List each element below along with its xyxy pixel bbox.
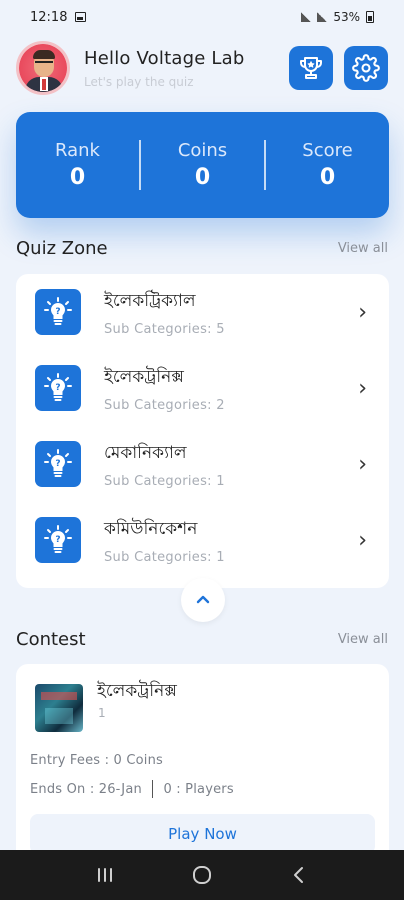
battery-percent: 53% xyxy=(333,10,360,24)
chevron-right-icon: › xyxy=(358,299,367,325)
quiz-category-item[interactable]: ? মেকানিক্যাল Sub Categories: 1 › xyxy=(16,428,389,500)
status-time: 12:18 xyxy=(30,9,68,25)
players-count: 0 xyxy=(163,781,172,797)
recent-apps-icon[interactable] xyxy=(94,865,116,885)
stat-label: Coins xyxy=(177,140,228,161)
quiz-zone-list: ? ইলেকট্রিক্যাল Sub Categories: 5 › ? ইল… xyxy=(16,274,389,588)
stat-score: Score 0 xyxy=(266,140,389,190)
section-title: Quiz Zone xyxy=(16,238,108,259)
svg-text:?: ? xyxy=(55,535,60,545)
avatar[interactable] xyxy=(16,41,70,95)
section-title: Contest xyxy=(16,629,86,650)
bulb-icon: ? xyxy=(35,365,81,411)
chevron-right-icon: › xyxy=(358,375,367,401)
signal-icon xyxy=(301,12,312,22)
category-title: মেকানিক্যাল xyxy=(104,442,187,463)
chevron-up-icon xyxy=(196,595,210,604)
entry-fees-line: Entry Fees : 0 Coins xyxy=(30,753,163,768)
category-subcount: Sub Categories: 1 xyxy=(104,549,225,565)
category-subcount: Sub Categories: 5 xyxy=(104,321,225,337)
wifi-icon xyxy=(317,12,328,22)
greeting-subtitle: Let's play the quiz xyxy=(84,74,194,89)
back-icon[interactable] xyxy=(288,864,310,886)
gallery-notification-icon xyxy=(75,12,87,22)
svg-text:?: ? xyxy=(55,307,60,317)
bulb-icon: ? xyxy=(35,517,81,563)
ends-on-line: Ends On : 26-Jan 0 : Players xyxy=(30,780,234,798)
quiz-zone-header: Quiz Zone View all xyxy=(16,238,388,259)
stat-label: Rank xyxy=(55,140,100,161)
category-subcount: Sub Categories: 2 xyxy=(104,397,225,413)
gear-icon xyxy=(352,54,380,82)
greeting-title: Hello Voltage Lab xyxy=(84,47,245,69)
divider xyxy=(151,780,154,798)
category-title: ইলেকট্রনিক্স xyxy=(104,366,184,387)
stat-coins: Coins 0 xyxy=(141,140,264,190)
stats-card: Rank 0 Coins 0 Score 0 xyxy=(16,112,389,218)
stat-value: 0 xyxy=(69,165,86,190)
chevron-right-icon: › xyxy=(358,451,367,477)
leaderboard-button[interactable] xyxy=(289,46,333,90)
collapse-list-button[interactable] xyxy=(181,578,225,622)
quiz-category-item[interactable]: ? ইলেকট্রিক্যাল Sub Categories: 5 › xyxy=(16,276,389,348)
category-subcount: Sub Categories: 1 xyxy=(104,473,225,489)
system-nav-bar xyxy=(0,850,404,900)
contest-question-count: 1 xyxy=(98,706,106,720)
ends-on-value: 26-Jan xyxy=(98,781,142,797)
battery-icon xyxy=(366,11,374,23)
svg-text:?: ? xyxy=(55,383,60,393)
entry-fees-value: 0 Coins xyxy=(113,753,163,768)
stat-label: Score xyxy=(302,140,353,161)
quiz-zone-view-all-link[interactable]: View all xyxy=(338,241,388,256)
stat-rank: Rank 0 xyxy=(16,140,139,190)
bulb-icon: ? xyxy=(35,289,81,335)
home-icon[interactable] xyxy=(191,864,213,886)
home-header: Hello Voltage Lab Let's play the quiz xyxy=(16,40,388,96)
svg-text:?: ? xyxy=(55,459,60,469)
stat-value: 0 xyxy=(319,165,336,190)
category-title: কমিউনিকেশন xyxy=(104,518,198,539)
status-bar: 12:18 53% xyxy=(0,0,404,34)
play-now-button[interactable]: Play Now xyxy=(30,814,375,854)
bulb-icon: ? xyxy=(35,441,81,487)
contest-view-all-link[interactable]: View all xyxy=(338,632,388,647)
greeting-block: Hello Voltage Lab Let's play the quiz xyxy=(84,48,278,89)
contest-thumbnail xyxy=(35,684,83,732)
quiz-category-item[interactable]: ? ইলেকট্রনিক্স Sub Categories: 2 › xyxy=(16,352,389,424)
settings-button[interactable] xyxy=(344,46,388,90)
contest-header: Contest View all xyxy=(16,629,388,650)
ends-on-label: Ends On xyxy=(30,781,86,797)
entry-fees-label: Entry Fees xyxy=(30,753,101,768)
stat-value: 0 xyxy=(194,165,211,190)
contest-title: ইলেকট্রনিক্স xyxy=(97,681,177,701)
contest-card[interactable]: ইলেকট্রনিক্স 1 Entry Fees : 0 Coins Ends… xyxy=(16,664,389,864)
trophy-icon xyxy=(300,57,322,79)
quiz-category-item[interactable]: ? কমিউনিকেশন Sub Categories: 1 › xyxy=(16,504,389,576)
players-label: Players xyxy=(185,781,234,797)
category-title: ইলেকট্রিক্যাল xyxy=(104,290,196,311)
chevron-right-icon: › xyxy=(358,527,367,553)
